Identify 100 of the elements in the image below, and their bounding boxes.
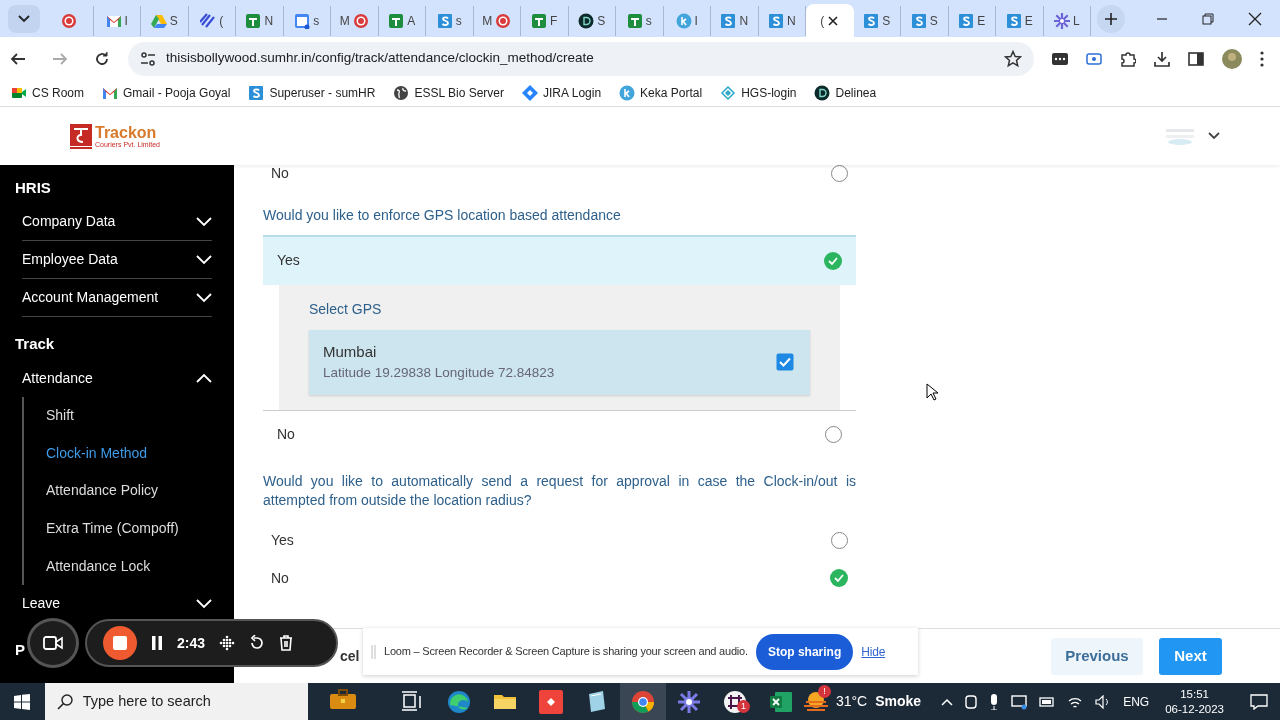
grid-icon[interactable]: [219, 635, 236, 651]
notifications-icon[interactable]: [1250, 693, 1268, 710]
square-icon: [720, 12, 737, 29]
star-icon[interactable]: [1004, 49, 1022, 68]
bookmark[interactable]: Keka Portal: [619, 84, 703, 102]
sidebar-subitem[interactable]: Attendance Lock: [46, 547, 234, 585]
browser-tab[interactable]: F: [521, 5, 569, 36]
browser-tab[interactable]: (: [806, 4, 854, 37]
taskbar-search-field[interactable]: Type here to search: [44, 683, 308, 720]
sidebar-subitem[interactable]: Clock-in Method: [46, 434, 234, 473]
bookmark[interactable]: ESSL Bio Server: [393, 84, 505, 102]
chevron-down-icon[interactable]: [1208, 132, 1220, 140]
chevron-up-icon[interactable]: [941, 697, 954, 706]
browser-tab[interactable]: E: [996, 5, 1044, 36]
diamond-icon: [522, 85, 539, 101]
browser-tab[interactable]: I: [663, 5, 711, 36]
browser-tab[interactable]: A: [378, 5, 426, 36]
browser-tab[interactable]: S: [141, 5, 189, 36]
site-settings-icon[interactable]: [140, 50, 156, 67]
browser-tab[interactable]: s: [616, 5, 664, 36]
chevron-up-icon[interactable]: [196, 373, 212, 383]
more-icon[interactable]: [1260, 50, 1264, 67]
sidebar-item[interactable]: Company Data: [22, 203, 212, 241]
back-icon[interactable]: [10, 50, 26, 67]
download-icon[interactable]: [1154, 50, 1170, 67]
weather-condition: Smoke: [875, 692, 922, 711]
bookmark[interactable]: HGS-login: [720, 84, 797, 102]
new-tab-icon[interactable]: [1097, 4, 1125, 33]
option-label: No: [271, 568, 289, 588]
side-panel-icon[interactable]: [1188, 50, 1204, 67]
browser-tab[interactable]: L: [1043, 5, 1091, 36]
browser-tab[interactable]: I: [93, 5, 141, 36]
browser-tab[interactable]: S: [853, 5, 901, 36]
screen-icon[interactable]: [1086, 50, 1102, 67]
taskbar-app[interactable]: [619, 683, 666, 720]
language-indicator[interactable]: ENG: [1123, 692, 1150, 711]
stripes-icon: [200, 12, 217, 29]
sidebar-subitem[interactable]: Shift: [46, 397, 234, 435]
browser-tab[interactable]: M: [331, 5, 379, 36]
sidebar-item[interactable]: Attendance: [22, 359, 212, 397]
option-label: No: [277, 424, 295, 444]
location-card[interactable]: Mumbai Latitude 19.29838 Longitude 72.84823: [309, 329, 810, 395]
drag-handle-icon[interactable]: [371, 644, 376, 659]
notification-message: Loom – Screen Recorder & Screen Capture is sharing your screen and audio.: [384, 644, 748, 660]
sidebar-subitem[interactable]: Extra Time (Compoff): [46, 509, 234, 548]
puzzle-icon[interactable]: [1120, 50, 1136, 67]
check-circle-icon[interactable]: [830, 569, 848, 588]
battery-icon[interactable]: [1039, 695, 1056, 708]
microphone-icon[interactable]: [989, 693, 1000, 710]
sidebar-item[interactable]: Leave: [22, 584, 212, 623]
start-icon[interactable]: [14, 693, 31, 710]
checkbox[interactable]: [776, 353, 794, 372]
bookmark[interactable]: JIRA Login: [522, 84, 602, 102]
taskbar-app[interactable]: 1: [711, 683, 758, 720]
browser-tab[interactable]: M: [473, 5, 521, 36]
stop-icon[interactable]: [103, 626, 137, 660]
stop-sharing-button[interactable]: Stop sharing: [755, 633, 854, 670]
previous-button[interactable]: Previous: [1051, 637, 1143, 675]
tab-search-button[interactable]: [8, 4, 40, 33]
trash-icon[interactable]: [279, 635, 294, 651]
cancel-button[interactable]: cel: [340, 645, 360, 667]
sidebar-item[interactable]: Employee Data: [22, 241, 212, 279]
reload-icon[interactable]: [94, 50, 110, 67]
globe-icon: [393, 85, 410, 101]
record-icon: [61, 12, 78, 29]
password-icon[interactable]: [1052, 50, 1068, 67]
bookmark[interactable]: CS Room: [11, 84, 84, 102]
restore-icon[interactable]: [1202, 12, 1214, 25]
restart-icon[interactable]: [249, 635, 266, 651]
bookmark[interactable]: Delinea: [814, 84, 877, 102]
display-icon[interactable]: [1011, 693, 1028, 710]
browser-tab[interactable]: S: [568, 5, 616, 36]
browser-tab[interactable]: s: [283, 5, 331, 36]
avatar-icon[interactable]: [1222, 48, 1242, 69]
hide-link[interactable]: Hide: [861, 642, 886, 661]
sheet-icon: [388, 12, 405, 29]
browser-tab[interactable]: N: [758, 5, 806, 36]
bookmark[interactable]: Gmail - Pooja Goyal: [102, 84, 231, 102]
sidebar-subitem[interactable]: Attendance Policy: [46, 472, 234, 510]
camera-icon[interactable]: [965, 693, 978, 710]
browser-tab[interactable]: N: [711, 5, 759, 36]
close-icon[interactable]: [1248, 11, 1262, 26]
pause-icon[interactable]: [151, 636, 163, 650]
browser-tab[interactable]: N: [236, 5, 284, 36]
browser-tab[interactable]: (: [188, 5, 236, 36]
section-heading: Track: [15, 334, 55, 354]
radio-button[interactable]: [825, 425, 842, 443]
browser-tab[interactable]: E: [948, 5, 996, 36]
radio-button[interactable]: [831, 165, 848, 182]
circle-icon: [619, 85, 636, 101]
record-icon: [495, 12, 512, 29]
check-circle-icon[interactable]: [824, 251, 842, 270]
browser-tab[interactable]: S: [901, 5, 949, 36]
square-icon: [863, 12, 880, 29]
bookmark[interactable]: Superuser - sumHR: [248, 84, 376, 102]
address-bar[interactable]: thisisbollywood.sumhr.in/config/track/attendance/clockin_method/create: [128, 41, 1034, 76]
sidebar-item[interactable]: Account Management: [22, 279, 212, 317]
close-icon[interactable]: [827, 14, 840, 27]
radio-button[interactable]: [831, 531, 848, 549]
browser-tab[interactable]: s: [426, 5, 474, 36]
